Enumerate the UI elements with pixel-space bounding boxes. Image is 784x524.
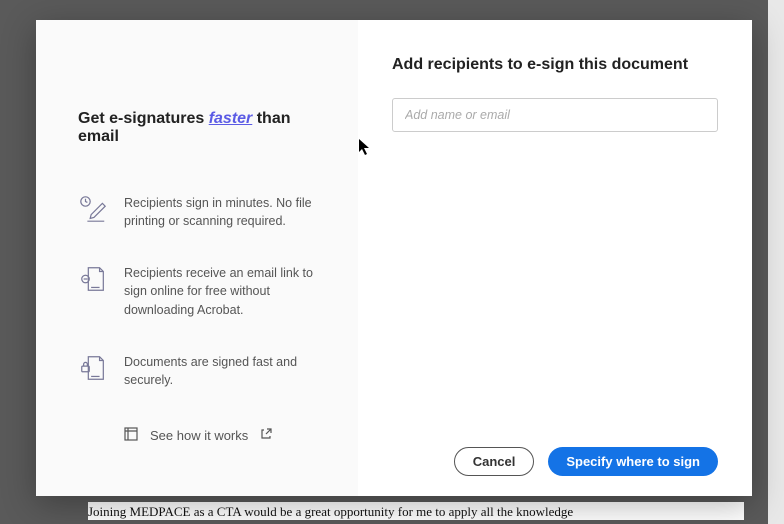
- vertical-scrollbar[interactable]: [768, 0, 784, 524]
- sign-speed-icon: [78, 194, 108, 224]
- headline: Get e-signatures faster than email: [78, 110, 328, 146]
- feature-text: Recipients sign in minutes. No file prin…: [124, 194, 328, 230]
- video-icon: [124, 427, 138, 444]
- left-info-panel: Get e-signatures faster than email Recip…: [36, 20, 358, 496]
- dialog-title: Add recipients to e-sign this document: [392, 56, 718, 74]
- feature-sign-minutes: Recipients sign in minutes. No file prin…: [78, 194, 328, 230]
- headline-emphasis: faster: [209, 110, 253, 127]
- feature-secure: Documents are signed fast and securely.: [78, 353, 328, 389]
- document-link-icon: [78, 264, 108, 294]
- dialog-button-row: Cancel Specify where to sign: [454, 447, 718, 476]
- background-document-line: Joining MEDPACE as a CTA would be a grea…: [88, 502, 744, 520]
- recipient-input[interactable]: [392, 98, 718, 132]
- headline-pre: Get e-signatures: [78, 110, 209, 127]
- esign-dialog: Get e-signatures faster than email Recip…: [36, 20, 752, 496]
- feature-text: Documents are signed fast and securely.: [124, 353, 328, 389]
- see-how-it-works-link[interactable]: See how it works: [124, 427, 272, 444]
- feature-email-link: Recipients receive an email link to sign…: [78, 264, 328, 318]
- external-link-icon: [260, 428, 272, 443]
- specify-where-to-sign-button[interactable]: Specify where to sign: [548, 447, 718, 476]
- secure-document-icon: [78, 353, 108, 383]
- feature-text: Recipients receive an email link to sign…: [124, 264, 328, 318]
- see-how-label: See how it works: [150, 428, 248, 443]
- right-form-panel: Add recipients to e-sign this document C…: [358, 20, 752, 496]
- cancel-button[interactable]: Cancel: [454, 447, 535, 476]
